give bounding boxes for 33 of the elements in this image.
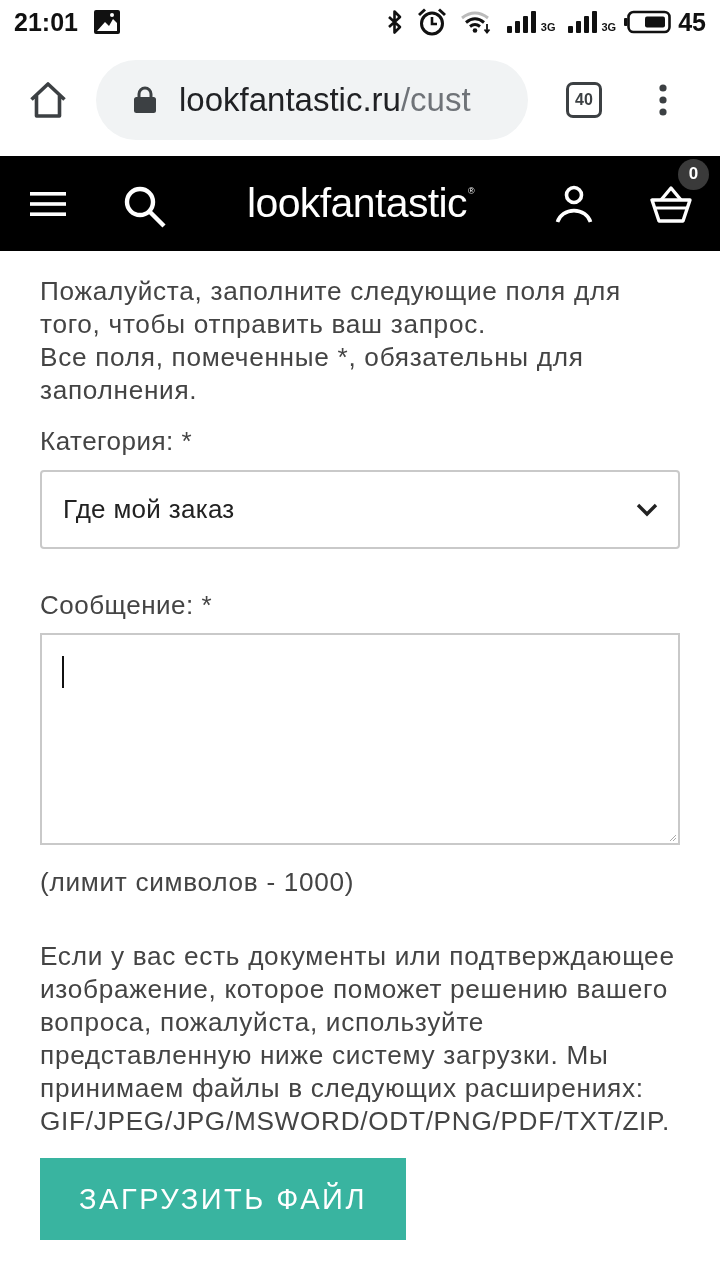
battery-icon (624, 10, 672, 34)
category-select[interactable]: Где мой заказ (40, 470, 680, 549)
cart-count-badge: 0 (678, 158, 709, 190)
character-limit-note: (лимит символов - 1000) (40, 866, 356, 899)
image-notification-icon (93, 10, 120, 34)
search-icon[interactable] (124, 185, 166, 228)
signal-icon (506, 10, 537, 34)
battery-percent: 45 (678, 7, 706, 37)
basket-icon[interactable] (650, 184, 692, 223)
home-icon[interactable] (29, 81, 67, 119)
clock-time: 21:01 (14, 7, 78, 37)
network-type-label: 3G (540, 21, 556, 33)
message-label: Сообщение: * (40, 589, 214, 622)
network-type-label: 3G (601, 21, 617, 33)
lock-icon (133, 86, 157, 114)
intro-paragraph: Пожалуйста, заполните следующие поля для того, чтобы отправить ваш запрос. (40, 275, 622, 341)
resize-grip-icon (669, 834, 677, 842)
upload-instructions-text: Если у вас есть документы или подтверждающее изображение, которое поможет решению вашего вопроса, пожалуйста, используйте представленную ниже систему загрузки. Мы принимаем файлы в следующих расширениях: GIF/JPEG/JPG/MSWORD/ODT/PNG/PDF/TXT/ZIP. (40, 940, 676, 1138)
alarm-clock-icon (416, 7, 447, 37)
intro-paragraph: Все поля, помеченные *, обязательны для заполнения. (40, 341, 585, 407)
wifi-icon (460, 10, 491, 34)
address-bar[interactable]: lookfantastic.ru/cust (96, 60, 528, 140)
chevron-down-icon (636, 502, 658, 517)
url-text: lookfantastic.ru/cust (179, 81, 471, 119)
tab-switcher-button[interactable]: 40 (566, 82, 602, 118)
signal-icon (567, 10, 598, 34)
more-menu-icon[interactable] (659, 84, 667, 116)
account-icon[interactable] (555, 184, 593, 223)
site-logo[interactable]: lookfantastic$^{®}$ (246, 183, 475, 224)
menu-icon[interactable] (30, 191, 66, 216)
bluetooth-icon (386, 9, 403, 35)
category-label: Категория: * (40, 425, 194, 458)
message-field[interactable] (40, 633, 680, 845)
